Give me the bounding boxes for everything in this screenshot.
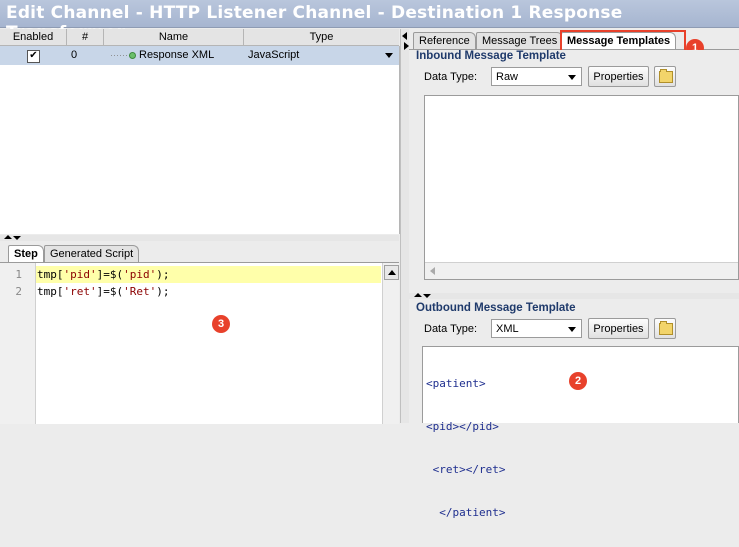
collapse-up-icon[interactable]	[414, 293, 422, 297]
left-splitter[interactable]	[0, 235, 399, 241]
line-number: 1	[15, 268, 22, 281]
tab-message-trees[interactable]: Message Trees	[476, 32, 564, 49]
callout-3: 3	[212, 315, 230, 333]
tab-generated-script[interactable]: Generated Script	[44, 245, 140, 262]
step-number: 0	[71, 49, 78, 61]
inbound-horizontal-scrollbar[interactable]	[425, 262, 738, 279]
steps-table-header: Enabled # Name Type	[0, 29, 399, 46]
tree-line-icon: ·······	[110, 50, 131, 60]
outbound-title: Outbound Message Template	[416, 302, 576, 314]
inbound-data-type-select[interactable]: Raw	[491, 67, 582, 86]
xml-line: <pid></pid>	[426, 420, 499, 433]
step-tabs: Step Generated Script	[0, 242, 399, 262]
callout-highlight-box	[560, 30, 686, 52]
xml-line: </patient>	[426, 506, 506, 519]
table-row[interactable]: ✔ 0 ······· Response XML JavaScript	[0, 46, 399, 65]
collapse-left-icon[interactable]	[402, 32, 407, 40]
arrow-up-icon	[388, 270, 396, 275]
folder-icon	[659, 321, 673, 335]
outbound-data-type-select[interactable]: XML	[491, 319, 582, 338]
step-status-dot-icon	[129, 46, 136, 65]
window-title-bar: Edit Channel - HTTP Listener Channel - D…	[0, 0, 739, 43]
inbound-template-textarea[interactable]	[424, 95, 739, 280]
step-name[interactable]: Response XML	[139, 46, 214, 65]
outbound-data-type-label: Data Type:	[424, 323, 477, 335]
chevron-down-icon	[568, 75, 576, 80]
outbound-template-textarea[interactable]: <patient> <pid></pid> <ret></ret> </pati…	[422, 346, 739, 519]
step-type-select[interactable]: JavaScript	[248, 46, 398, 65]
inbound-data-type-label: Data Type:	[424, 71, 477, 83]
line-number-gutter: 1 2	[0, 263, 36, 424]
inbound-data-type-value: Raw	[496, 71, 519, 83]
callout-2: 2	[569, 372, 587, 390]
xml-line: <ret></ret>	[426, 463, 506, 476]
tab-step[interactable]: Step	[8, 245, 44, 262]
arrow-left-icon[interactable]	[430, 267, 435, 275]
chevron-down-icon	[568, 327, 576, 332]
tab-reference[interactable]: Reference	[413, 32, 476, 49]
outbound-data-type-value: XML	[496, 323, 519, 335]
chevron-down-icon	[385, 53, 393, 58]
code-line[interactable]: tmp['ret']=$('Ret');	[37, 285, 170, 298]
inbound-open-file-button[interactable]	[654, 66, 676, 87]
right-splitter[interactable]	[409, 293, 739, 299]
outbound-xml-content[interactable]: <patient> <pid></pid> <ret></ret> </pati…	[426, 349, 505, 547]
inbound-properties-button[interactable]: Properties	[588, 66, 649, 87]
folder-icon	[659, 69, 673, 83]
outbound-open-file-button[interactable]	[654, 318, 676, 339]
column-type[interactable]: Type	[244, 29, 399, 45]
vertical-splitter[interactable]	[400, 29, 409, 423]
scroll-up-button[interactable]	[384, 265, 399, 280]
code-line[interactable]: tmp['pid']=$('pid');	[37, 268, 170, 281]
outbound-template-panel: Outbound Message Template Data Type: XML…	[409, 300, 739, 519]
enabled-checkbox[interactable]: ✔	[27, 50, 40, 63]
inbound-template-panel: Inbound Message Template Data Type: Raw …	[409, 50, 739, 290]
editor-vertical-scrollbar[interactable]	[382, 263, 399, 424]
script-editor[interactable]: 1 2 tmp['pid']=$('pid'); tmp['ret']=$('R…	[0, 262, 399, 424]
collapse-up-icon[interactable]	[4, 235, 12, 239]
outbound-properties-button[interactable]: Properties	[588, 318, 649, 339]
xml-line: <patient>	[426, 377, 486, 390]
column-number[interactable]: #	[67, 29, 104, 45]
steps-table: ✔ 0 ······· Response XML JavaScript	[0, 46, 400, 234]
line-number: 2	[15, 285, 22, 298]
step-type-value: JavaScript	[248, 49, 300, 61]
collapse-down-icon[interactable]	[13, 236, 21, 240]
inbound-title: Inbound Message Template	[416, 50, 566, 62]
column-enabled[interactable]: Enabled	[0, 29, 67, 45]
collapse-down-icon[interactable]	[423, 294, 431, 298]
column-name[interactable]: Name	[104, 29, 244, 45]
